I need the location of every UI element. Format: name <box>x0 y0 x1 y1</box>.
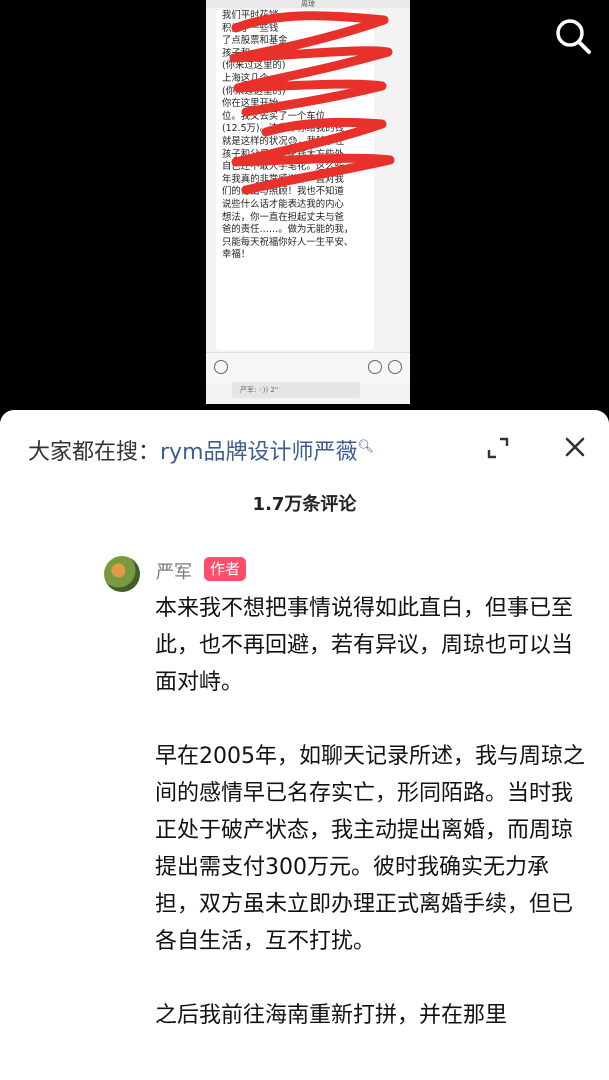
search-small-icon: 🔍︎ <box>357 439 375 455</box>
search-icon[interactable] <box>551 14 595 58</box>
comment-count: 1.7万条评论 <box>252 494 357 515</box>
author-badge: 作者 <box>204 557 247 581</box>
voice-message: 严军: ◦)) 2" <box>232 382 360 398</box>
voice-toggle-icon <box>214 360 228 374</box>
comment-sheet: 大家都在搜：rym品牌设计师严薇🔍︎ 1.7万条评论 严军 作者 本来我不想把事… <box>0 410 609 1080</box>
sheet-header: 大家都在搜：rym品牌设计师严薇🔍︎ <box>0 410 609 490</box>
hot-search-keyword[interactable]: rym品牌设计师严薇 <box>160 440 358 465</box>
comment-body[interactable]: 本来我不想把事情说得如此直白，但事已至此，也不再回避，若有异议，周琼也可以当面对… <box>155 590 585 1071</box>
avatar[interactable] <box>104 556 140 592</box>
hot-search-prefix: 大家都在搜： <box>28 440 161 465</box>
image-viewer: 周琼 我们平时花销 积攒了一些钱 了点股票和基金 孩子和 (你来过这里的) 上海… <box>0 0 609 410</box>
comment-paragraph: 之后我前往海南重新打拼，并在那里 <box>155 1003 508 1028</box>
chat-screenshot-image: 周琼 我们平时花销 积攒了一些钱 了点股票和基金 孩子和 (你来过这里的) 上海… <box>206 0 410 404</box>
expand-icon[interactable] <box>486 436 510 460</box>
red-scribble-redaction <box>229 11 395 195</box>
comment-username[interactable]: 严军 <box>156 558 192 584</box>
comment-paragraph: 本来我不想把事情说得如此直白，但事已至此，也不再回避，若有异议，周琼也可以当面对… <box>155 596 574 695</box>
emoji-icon <box>368 360 382 374</box>
close-icon[interactable] <box>560 432 590 462</box>
comment-paragraph: 早在2005年，如聊天记录所述，我与周琼之间的感情早已名存实亡，形同陌路。当时我… <box>155 744 585 954</box>
plus-icon <box>388 360 402 374</box>
hot-search-link[interactable]: 大家都在搜：rym品牌设计师严薇🔍︎ <box>28 434 374 466</box>
